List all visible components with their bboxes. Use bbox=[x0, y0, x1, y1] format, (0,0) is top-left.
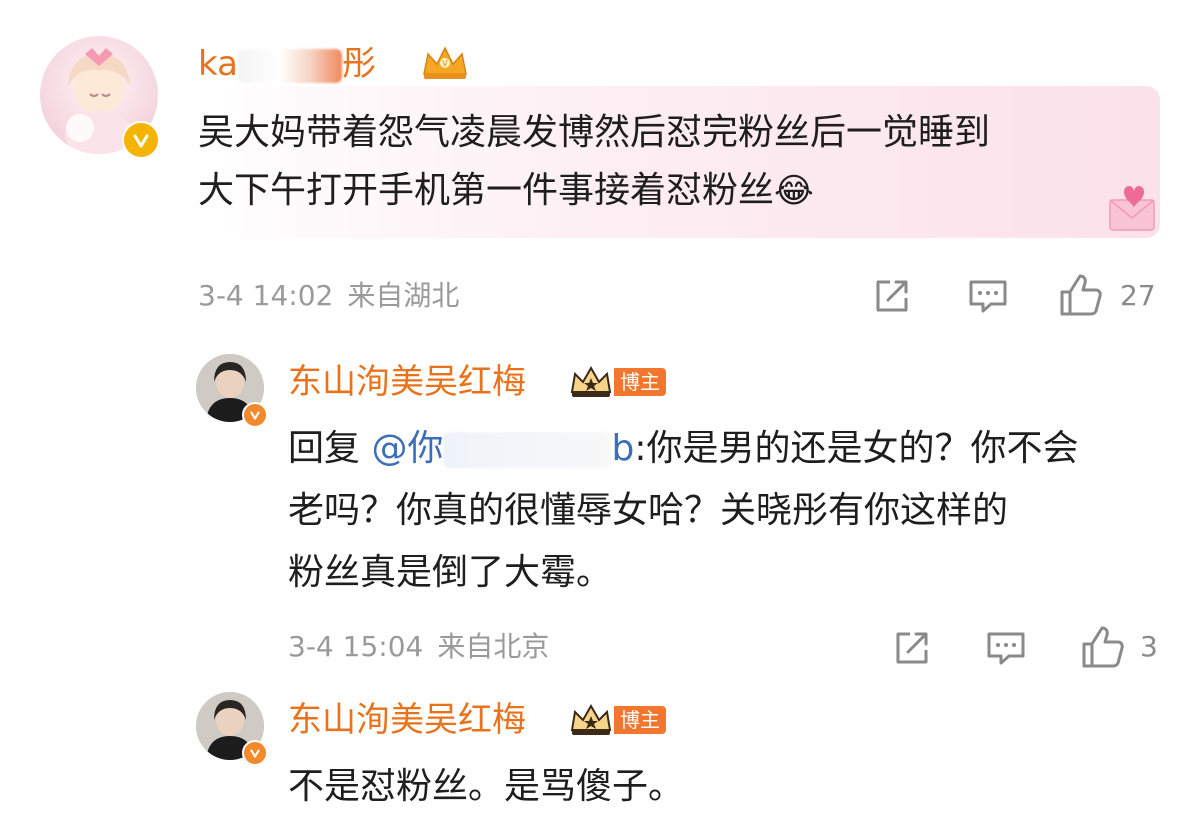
comment-username[interactable]: ka 彤 bbox=[198, 44, 376, 84]
like-count: 3 bbox=[1140, 630, 1158, 663]
blogger-badge: 博主 bbox=[614, 706, 666, 734]
comment-meta: 3-4 14:02 来自湖北 bbox=[198, 279, 459, 313]
crown-icon bbox=[570, 703, 612, 735]
comment-thread: ka 彤 V 吴大妈带着怨气凌晨发博然后怼完粉丝后一觉睡到 大下午打开手机第一件事… bbox=[0, 0, 1200, 819]
reply-text-line: 粉丝真是倒了大霉。 bbox=[288, 552, 613, 593]
comment-location: 来自湖北 bbox=[347, 279, 460, 312]
verified-badge-icon bbox=[242, 402, 268, 428]
comment-icon[interactable] bbox=[985, 628, 1027, 668]
heart-envelope-sticker-icon bbox=[1109, 186, 1155, 231]
reply-username[interactable]: 东山洵美吴红梅 bbox=[288, 700, 526, 740]
reply-text-line: 不是怼粉丝。是骂傻子。 bbox=[288, 766, 685, 807]
like-count: 27 bbox=[1120, 279, 1156, 312]
comment-text-line: 大下午打开手机第一件事接着怼粉丝😂 bbox=[198, 170, 814, 211]
svg-text:V: V bbox=[442, 59, 448, 68]
crown-vip-icon: V bbox=[423, 46, 467, 79]
crown-icon bbox=[570, 365, 612, 397]
share-icon[interactable] bbox=[892, 628, 932, 668]
reply-username[interactable]: 东山洵美吴红梅 bbox=[288, 362, 526, 402]
share-icon[interactable] bbox=[872, 276, 912, 316]
comment-icon[interactable] bbox=[967, 276, 1009, 316]
like-icon[interactable] bbox=[1080, 624, 1126, 670]
reply-time: 3-4 15:04 bbox=[288, 630, 424, 663]
blogger-badge: 博主 bbox=[614, 368, 666, 396]
blurred-mention-part bbox=[443, 432, 612, 468]
verified-badge-icon bbox=[242, 740, 268, 766]
mention-link[interactable]: @你 b bbox=[371, 428, 634, 469]
laughing-crying-emoji-icon: 😂 bbox=[774, 171, 814, 211]
like-icon[interactable] bbox=[1058, 272, 1104, 318]
verified-badge-icon bbox=[122, 121, 160, 159]
reply-meta: 3-4 15:04 来自北京 bbox=[288, 630, 549, 664]
comment-time: 3-4 14:02 bbox=[198, 279, 334, 312]
reply-text-line: 老吗？你真的很懂辱女哈？关晓彤有你这样的 bbox=[288, 490, 1009, 531]
reply-text-line: 回复 @你 b:你是男的还是女的？你不会 bbox=[288, 428, 1079, 469]
blurred-name-part bbox=[237, 48, 342, 83]
comment-text-line: 吴大妈带着怨气凌晨发博然后怼完粉丝后一觉睡到 bbox=[198, 112, 991, 153]
reply-location: 来自北京 bbox=[437, 630, 550, 663]
